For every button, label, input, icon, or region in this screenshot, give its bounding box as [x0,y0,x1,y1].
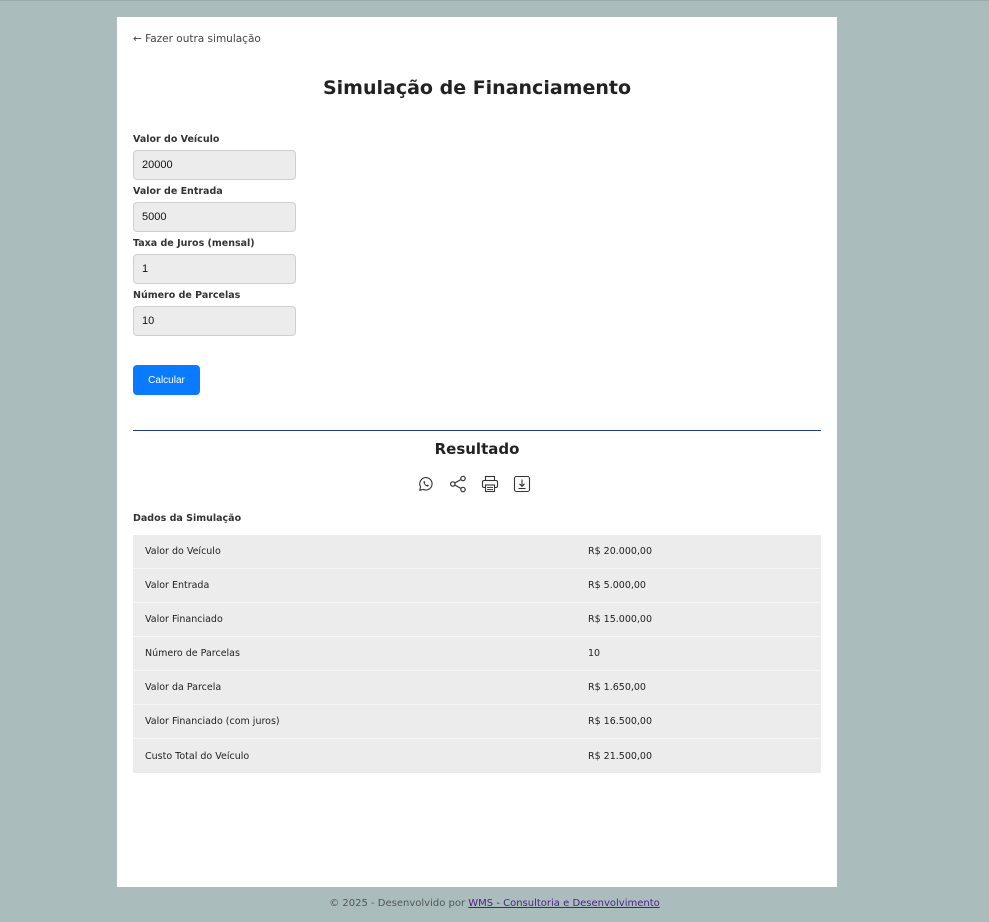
installments-label: Número de Parcelas [133,290,241,301]
back-link[interactable]: ← Fazer outra simulação [133,33,261,45]
row-label: Custo Total do Veículo [145,750,250,762]
calculate-button[interactable]: Calcular [133,365,200,395]
simulation-card: ← Fazer outra simulação Simulação de Fin… [117,17,837,887]
simulation-data-label: Dados da Simulação [133,513,242,524]
print-icon[interactable] [481,475,499,493]
row-value: 10 [588,648,601,659]
footer-link[interactable]: WMS - Consultoria e Desenvolvimento [468,898,660,909]
down-payment-input[interactable] [133,202,296,232]
row-value: R$ 20.000,00 [588,546,653,557]
row-label: Valor Financiado (com juros) [145,716,280,727]
row-label: Valor da Parcela [145,682,222,693]
row-value: R$ 1.650,00 [588,682,646,693]
interest-rate-input[interactable] [133,254,296,284]
results-table: Valor do Veículo R$ 20.000,00 Valor Entr… [133,535,821,773]
table-row: Valor Entrada R$ 5.000,00 [133,569,821,603]
footer-text: © 2025 - Desenvolvido por [329,898,466,909]
installments-input[interactable] [133,306,296,336]
share-icon[interactable] [449,475,467,493]
row-value: R$ 16.500,00 [588,716,653,727]
table-row: Valor Financiado R$ 15.000,00 [133,603,821,637]
row-value: R$ 15.000,00 [588,614,653,625]
row-value: R$ 5.000,00 [588,580,646,591]
table-row: Valor Financiado (com juros) R$ 16.500,0… [133,705,821,739]
result-actions [417,475,531,493]
table-row: Valor da Parcela R$ 1.650,00 [133,671,821,705]
interest-rate-label: Taxa de Juros (mensal) [133,238,255,249]
table-row: Número de Parcelas 10 [133,637,821,671]
row-label: Valor do Veículo [145,546,221,557]
download-icon[interactable] [513,475,531,493]
simulation-form: Valor do Veículo Valor de Entrada Taxa d… [133,133,313,341]
row-label: Valor Financiado [145,614,223,625]
table-row: Valor do Veículo R$ 20.000,00 [133,535,821,569]
row-label: Número de Parcelas [145,648,240,659]
footer: © 2025 - Desenvolvido por WMS - Consulto… [0,898,989,909]
vehicle-value-label: Valor do Veículo [133,134,220,145]
down-payment-label: Valor de Entrada [133,186,223,197]
vehicle-value-input[interactable] [133,150,296,180]
page-title: Simulação de Financiamento [322,77,632,99]
row-value: R$ 21.500,00 [588,750,653,762]
result-title: Resultado [434,440,520,458]
whatsapp-icon[interactable] [417,475,435,493]
row-label: Valor Entrada [145,580,210,591]
table-row: Custo Total do Veículo R$ 21.500,00 [133,739,821,773]
result-divider [133,430,821,431]
